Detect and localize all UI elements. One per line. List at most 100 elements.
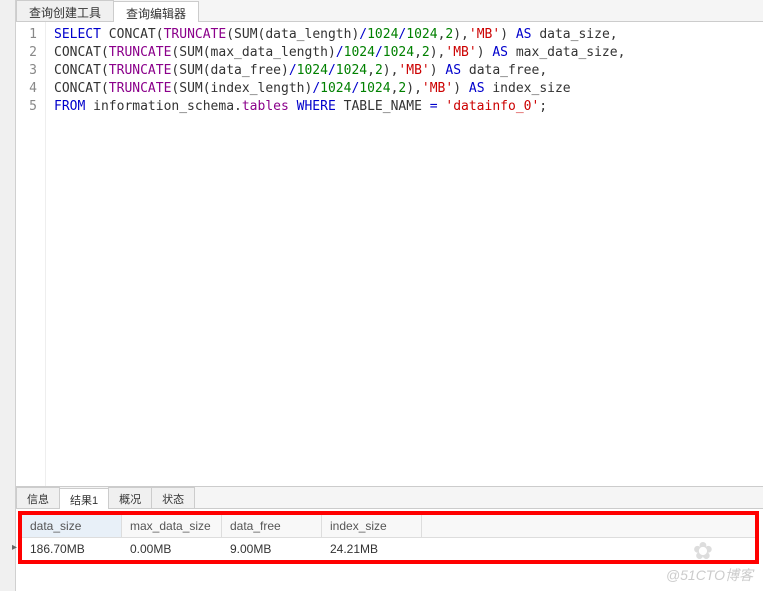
token: 2 (375, 63, 383, 78)
token: SUM (179, 45, 202, 60)
token: 1024 (336, 63, 367, 78)
token: = (430, 99, 438, 114)
column-header[interactable]: max_data_size (122, 515, 222, 537)
tabs-top: 查询创建工具查询编辑器 (16, 0, 763, 22)
token: SUM (179, 63, 202, 78)
token: ), (453, 27, 469, 42)
top-tab-0[interactable]: 查询创建工具 (16, 0, 114, 21)
token: tables (242, 99, 289, 114)
bottom-tab-2[interactable]: 概况 (108, 487, 152, 508)
token: (index_length) (203, 81, 313, 96)
line-number: 3 (16, 62, 37, 80)
token: / (312, 81, 320, 96)
column-header[interactable]: index_size (322, 515, 422, 537)
results-panel: 信息结果1概况状态 data_sizemax_data_sizedata_fre… (16, 486, 763, 591)
code-line-1[interactable]: SELECT CONCAT(TRUNCATE(SUM(data_length)/… (54, 26, 755, 44)
token: / (336, 45, 344, 60)
token: AS (445, 63, 461, 78)
token: CONCAT (54, 81, 101, 96)
line-number: 2 (16, 44, 37, 62)
token: 'MB' (445, 45, 476, 60)
token: ), (430, 45, 446, 60)
watermark-text: @51CTO博客 (666, 565, 753, 585)
column-header[interactable]: data_size (22, 515, 122, 537)
token: ) (430, 63, 446, 78)
token: SUM (234, 27, 257, 42)
token: FROM (54, 99, 93, 114)
token: / (328, 63, 336, 78)
cell[interactable]: 24.21MB (322, 538, 422, 560)
token: . (234, 99, 242, 114)
line-number: 5 (16, 98, 37, 116)
token: , (367, 63, 375, 78)
token: 1024 (367, 27, 398, 42)
token: index_size (485, 81, 571, 96)
token: CONCAT (109, 27, 156, 42)
bottom-tab-3[interactable]: 状态 (151, 487, 195, 508)
token: / (375, 45, 383, 60)
token: 'MB' (469, 27, 500, 42)
token: ) (453, 81, 469, 96)
column-header[interactable]: data_free (222, 515, 322, 537)
table-row[interactable]: ▸186.70MB0.00MB9.00MB24.21MB (22, 538, 755, 560)
token: TRUNCATE (109, 63, 172, 78)
token: / (359, 27, 367, 42)
token: 1024 (359, 81, 390, 96)
result-highlight-box: data_sizemax_data_sizedata_freeindex_siz… (18, 511, 759, 564)
token: , (414, 45, 422, 60)
cell[interactable]: 0.00MB (122, 538, 222, 560)
token: ), (406, 81, 422, 96)
token: TRUNCATE (164, 27, 227, 42)
token (289, 99, 297, 114)
token: TABLE_NAME (336, 99, 430, 114)
token: max_data_size, (508, 45, 625, 60)
token: ( (156, 27, 164, 42)
code-line-3[interactable]: CONCAT(TRUNCATE(SUM(data_free)/1024/1024… (54, 62, 755, 80)
token: SUM (179, 81, 202, 96)
code-line-4[interactable]: CONCAT(TRUNCATE(SUM(index_length)/1024/1… (54, 80, 755, 98)
token: ( (101, 45, 109, 60)
token: ), (383, 63, 399, 78)
token: WHERE (297, 99, 336, 114)
bottom-tab-1[interactable]: 结果1 (59, 488, 109, 509)
grid-header: data_sizemax_data_sizedata_freeindex_siz… (22, 515, 755, 538)
token: AS (492, 45, 508, 60)
token: information_schema (93, 99, 234, 114)
token: 'MB' (422, 81, 453, 96)
token: ( (101, 63, 109, 78)
token: 2 (422, 45, 430, 60)
token: 'MB' (398, 63, 429, 78)
token: CONCAT (54, 45, 101, 60)
bottom-tab-0[interactable]: 信息 (16, 487, 60, 508)
token: AS (516, 27, 532, 42)
token: 1024 (406, 27, 437, 42)
token: CONCAT (54, 63, 101, 78)
token: TRUNCATE (109, 81, 172, 96)
top-tab-1[interactable]: 查询编辑器 (113, 1, 199, 22)
token: ; (539, 99, 547, 114)
left-gutter (0, 0, 16, 591)
tabs-bottom: 信息结果1概况状态 (16, 487, 763, 509)
token: (data_free) (203, 63, 289, 78)
sql-editor[interactable]: 12345 SELECT CONCAT(TRUNCATE(SUM(data_le… (16, 22, 763, 486)
cell[interactable]: 186.70MB (22, 538, 122, 560)
token: / (289, 63, 297, 78)
token: 1024 (383, 45, 414, 60)
code-area[interactable]: SELECT CONCAT(TRUNCATE(SUM(data_length)/… (46, 22, 763, 486)
token: ) (500, 27, 516, 42)
token: (data_length) (258, 27, 360, 42)
cell[interactable]: 9.00MB (222, 538, 322, 560)
grid-body: ▸186.70MB0.00MB9.00MB24.21MB (22, 538, 755, 560)
code-line-2[interactable]: CONCAT(TRUNCATE(SUM(max_data_length)/102… (54, 44, 755, 62)
token: data_free, (461, 63, 547, 78)
result-grid[interactable]: data_sizemax_data_sizedata_freeindex_siz… (22, 515, 755, 560)
token: TRUNCATE (109, 45, 172, 60)
token: ) (477, 45, 493, 60)
token: SELECT (54, 27, 109, 42)
token: (max_data_length) (203, 45, 336, 60)
token: data_size, (532, 27, 618, 42)
code-line-5[interactable]: FROM information_schema.tables WHERE TAB… (54, 98, 755, 116)
token: AS (469, 81, 485, 96)
line-number: 4 (16, 80, 37, 98)
token: 1024 (344, 45, 375, 60)
